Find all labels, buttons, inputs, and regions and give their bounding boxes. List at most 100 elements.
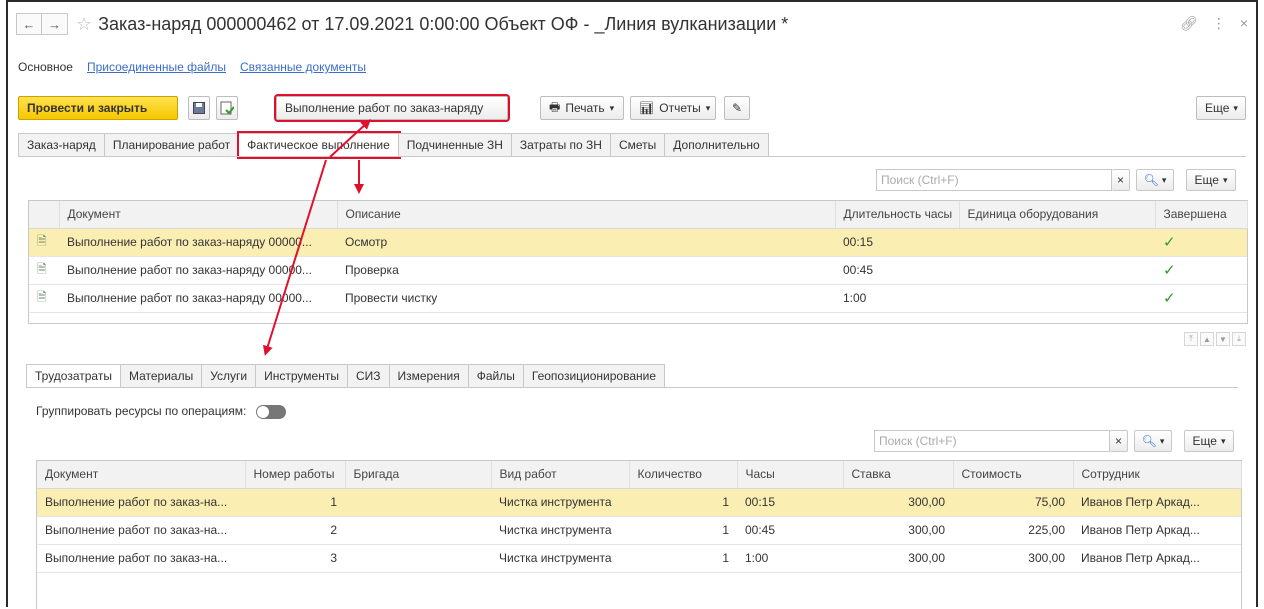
post-button[interactable] — [216, 96, 238, 120]
move-last-icon[interactable]: ⤓ — [1232, 332, 1246, 346]
tab-subordinate[interactable]: Подчиненные ЗН — [398, 133, 512, 157]
post-and-close-button[interactable]: Провести и закрыть — [18, 96, 178, 120]
table-row[interactable]: Выполнение работ по заказ-на... 1 Чистка… — [37, 488, 1241, 517]
cell-work-number: 3 — [245, 544, 345, 573]
cell-quantity: 1 — [629, 488, 737, 517]
cell-team — [345, 544, 491, 573]
cell-document: Выполнение работ по заказ-на... — [37, 488, 245, 517]
resource-tabs: Трудозатраты Материалы Услуги Инструмент… — [26, 364, 666, 388]
star-icon[interactable]: ☆ — [76, 14, 92, 35]
section-files[interactable]: Присоединенные файлы — [87, 60, 226, 74]
header-employee[interactable]: Сотрудник — [1073, 461, 1242, 489]
search-button[interactable]: 🔍︎ ▾ — [1134, 430, 1172, 452]
cell-document: Выполнение работ по заказ-наряду 00000..… — [59, 256, 337, 285]
cell-employee: Иванов Петр Аркад... — [1073, 516, 1241, 545]
cell-quantity: 1 — [629, 544, 737, 573]
header-document[interactable]: Документ — [59, 201, 338, 229]
chevron-down-icon: ▾ — [705, 102, 711, 113]
cell-cost: 300,00 — [953, 544, 1073, 573]
save-button[interactable] — [188, 96, 210, 120]
cell-cost: 225,00 — [953, 516, 1073, 545]
search-more-button[interactable]: Еще ▾ — [1184, 430, 1234, 452]
tab-order[interactable]: Заказ-наряд — [18, 133, 105, 157]
create-based-on-button[interactable]: Выполнение работ по заказ-наряду — [274, 94, 510, 122]
header-hours[interactable]: Часы — [737, 461, 844, 489]
header-description[interactable]: Описание — [337, 201, 836, 229]
move-down-icon[interactable]: ▼ — [1216, 332, 1230, 346]
link-icon[interactable]: 🔗︎ — [1180, 15, 1198, 32]
header-duration[interactable]: Длительность часы — [835, 201, 960, 229]
tab-additional[interactable]: Дополнительно — [665, 133, 769, 157]
cell-duration: 00:15 — [835, 228, 959, 257]
subtab-divider — [26, 387, 1238, 388]
reports-label: Отчеты — [659, 101, 701, 115]
table-row[interactable]: 🗎︎ Выполнение работ по заказ-наряду 0000… — [29, 256, 1247, 285]
cell-duration: 1:00 — [835, 284, 959, 313]
cell-document: Выполнение работ по заказ-на... — [37, 516, 245, 545]
group-toggle[interactable] — [255, 404, 286, 419]
table-row[interactable]: Выполнение работ по заказ-на... 3 Чистка… — [37, 544, 1241, 573]
save-icon — [193, 102, 205, 114]
group-toggle-label: Группировать ресурсы по операциям: — [36, 404, 247, 418]
section-related[interactable]: Связанные документы — [240, 60, 366, 74]
header-team[interactable]: Бригада — [345, 461, 492, 489]
tab-geo[interactable]: Геопозиционирование — [523, 364, 666, 388]
move-first-icon[interactable]: ⤒ — [1184, 332, 1198, 346]
chevron-down-icon: ▾ — [1233, 102, 1238, 113]
tab-labor[interactable]: Трудозатраты — [26, 364, 121, 388]
cell-cost: 75,00 — [953, 488, 1073, 517]
cell-equipment — [959, 256, 1155, 285]
section-main[interactable]: Основное — [18, 60, 73, 74]
tab-ppe[interactable]: СИЗ — [347, 364, 390, 388]
header-completed[interactable]: Завершена — [1155, 201, 1248, 229]
cell-employee: Иванов Петр Аркад... — [1073, 488, 1241, 517]
search-button[interactable]: 🔍︎ ▾ — [1136, 169, 1174, 191]
menu-icon[interactable]: ⋮ — [1212, 15, 1226, 32]
search-icon: 🔍︎ — [1143, 173, 1159, 187]
table-row[interactable]: 🗎︎ Выполнение работ по заказ-наряду 0000… — [29, 284, 1247, 313]
post-document-icon — [220, 101, 234, 115]
more-button[interactable]: Еще ▾ — [1196, 96, 1246, 120]
edit-button[interactable]: ✎ — [724, 96, 750, 120]
header-work-type[interactable]: Вид работ — [491, 461, 630, 489]
print-button[interactable]: 🖶︎ Печать ▾ — [540, 96, 624, 120]
group-toggle-row: Группировать ресурсы по операциям: — [36, 404, 286, 419]
table-row[interactable]: Выполнение работ по заказ-на... 2 Чистка… — [37, 516, 1241, 545]
search-more-button[interactable]: Еще ▾ — [1186, 169, 1236, 191]
tab-measurements[interactable]: Измерения — [389, 364, 469, 388]
tab-costs[interactable]: Затраты по ЗН — [511, 133, 611, 157]
tab-materials[interactable]: Материалы — [120, 364, 203, 388]
report-icon: 📊︎ — [639, 101, 655, 115]
check-icon: ✓ — [1155, 284, 1247, 313]
tab-tools[interactable]: Инструменты — [256, 364, 348, 388]
header-rate[interactable]: Ставка — [843, 461, 954, 489]
forward-icon[interactable]: → — [42, 13, 68, 35]
tab-services[interactable]: Услуги — [202, 364, 257, 388]
page-title: Заказ-наряд 000000462 от 17.09.2021 0:00… — [98, 13, 789, 34]
cell-duration: 00:45 — [835, 256, 959, 285]
cell-rate: 300,00 — [843, 488, 953, 517]
table-row[interactable]: 🗎︎ Выполнение работ по заказ-наряду 0000… — [29, 228, 1247, 257]
search-input[interactable]: Поиск (Ctrl+F) — [874, 430, 1110, 452]
move-up-icon[interactable]: ▲ — [1200, 332, 1214, 346]
chevron-down-icon: ▾ — [609, 102, 615, 113]
tab-actual-execution[interactable]: Фактическое выполнение — [237, 131, 401, 159]
cell-rate: 300,00 — [843, 516, 953, 545]
tab-estimates[interactable]: Сметы — [610, 133, 666, 157]
cell-team — [345, 488, 491, 517]
tab-files[interactable]: Файлы — [468, 364, 524, 388]
operations-table: Документ Описание Длительность часы Един… — [28, 200, 1248, 324]
tab-planning[interactable]: Планирование работ — [104, 133, 240, 157]
close-icon[interactable]: × — [1240, 15, 1248, 32]
back-icon[interactable]: ← — [16, 13, 42, 35]
reports-button[interactable]: 📊︎ Отчеты ▾ — [630, 96, 716, 120]
header-quantity[interactable]: Количество — [629, 461, 738, 489]
clear-search-icon[interactable]: × — [1112, 169, 1130, 191]
clear-search-icon[interactable]: × — [1110, 430, 1128, 452]
cell-quantity: 1 — [629, 516, 737, 545]
header-cost[interactable]: Стоимость — [953, 461, 1074, 489]
header-equipment[interactable]: Единица оборудования — [959, 201, 1156, 229]
search-input[interactable]: Поиск (Ctrl+F) — [876, 169, 1112, 191]
header-document[interactable]: Документ — [37, 461, 246, 489]
header-work-number[interactable]: Номер работы — [245, 461, 346, 489]
